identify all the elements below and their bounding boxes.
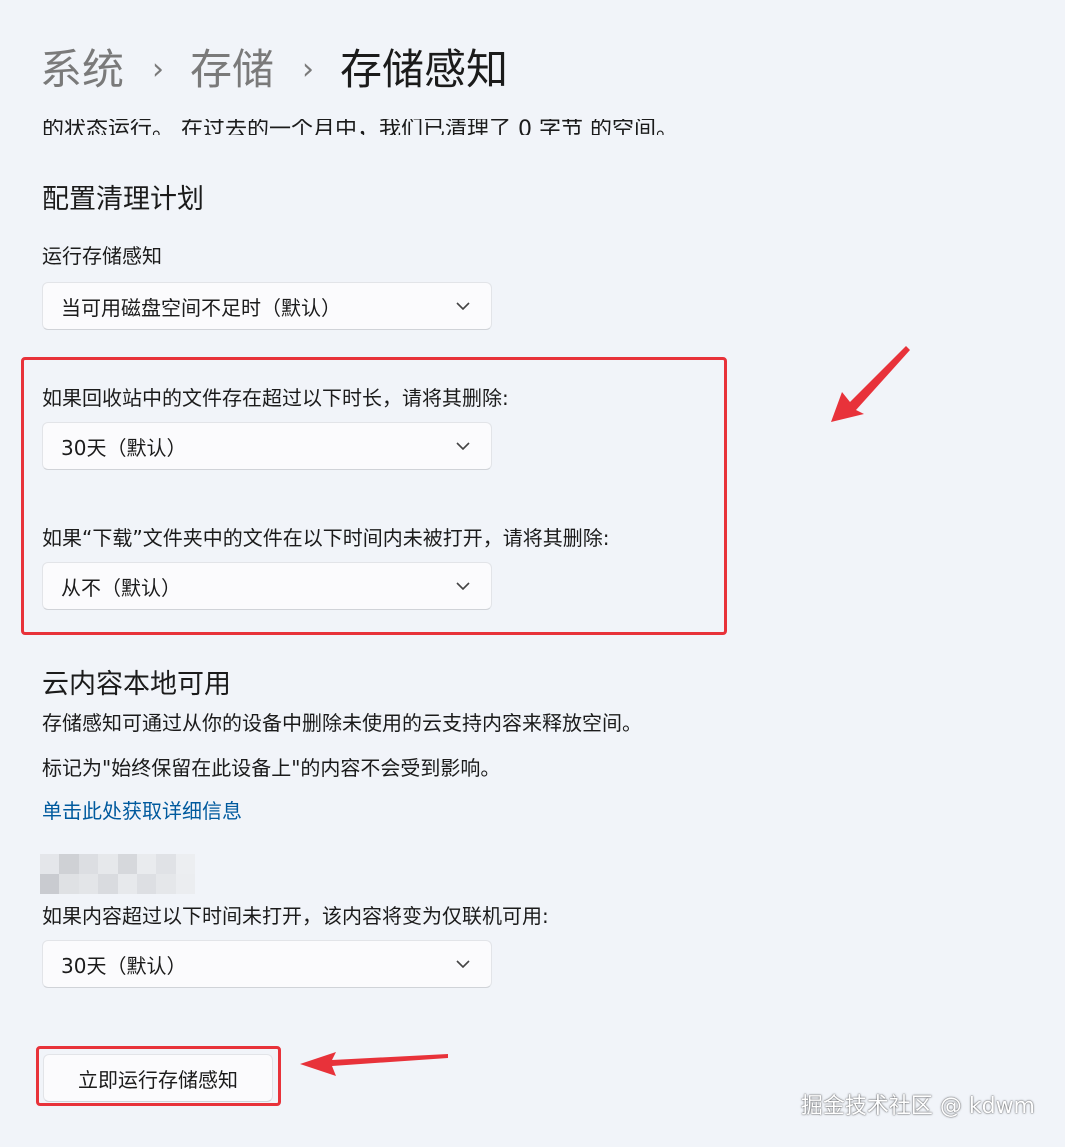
breadcrumb-item-storage[interactable]: 存储 — [190, 49, 274, 91]
annotation-highlight-box — [36, 1046, 281, 1106]
chevron-down-icon — [455, 956, 471, 972]
breadcrumb: 系统 › 存储 › 存储感知 — [40, 38, 508, 102]
section-title-cloud-content: 云内容本地可用 — [42, 669, 231, 700]
run-storage-sense-dropdown[interactable]: 当可用磁盘空间不足时（默认） — [42, 282, 492, 330]
watermark: 掘金技术社区 @ kdwm — [800, 1094, 1035, 1119]
cloud-description: 存储感知可通过从你的设备中删除未使用的云支持内容来释放空间。 — [42, 711, 642, 735]
dropdown-value: 30天（默认） — [61, 953, 187, 978]
dropdown-value: 当可用磁盘空间不足时（默认） — [61, 295, 341, 320]
chevron-down-icon — [455, 298, 471, 314]
run-storage-sense-label: 运行存储感知 — [42, 244, 162, 268]
cloud-note: 标记为"始终保留在此设备上"的内容不会受到影响。 — [42, 756, 501, 780]
breadcrumb-item-system[interactable]: 系统 — [40, 49, 124, 91]
pixelated-redaction — [40, 854, 195, 894]
more-info-link[interactable]: 单击此处获取详细信息 — [42, 795, 242, 824]
section-title-cleanup-schedule: 配置清理计划 — [42, 184, 204, 215]
arrow-icon — [831, 346, 910, 422]
arrow-icon — [300, 1052, 448, 1076]
annotation-highlight-box — [21, 357, 727, 635]
breadcrumb-separator: › — [152, 52, 165, 87]
breadcrumb-separator: › — [302, 52, 315, 87]
cleanup-status-text: 的状态运行。 在过去的一个月中，我们已清理了 0 字节 的空间。 — [42, 117, 678, 135]
page-title: 存储感知 — [340, 45, 509, 94]
offline-dropdown[interactable]: 30天（默认） — [42, 940, 492, 988]
offline-label: 如果内容超过以下时间未打开，该内容将变为仅联机可用: — [42, 904, 549, 928]
